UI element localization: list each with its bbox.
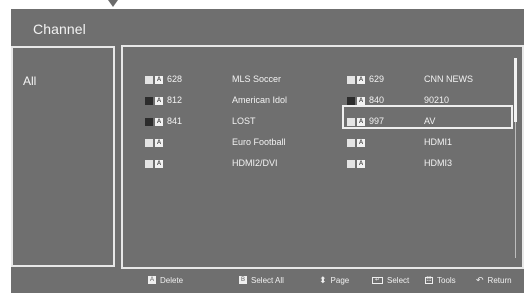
a-icon: A <box>148 276 156 284</box>
footer-select[interactable]: ↵ Select <box>372 274 409 286</box>
channel-name: American Idol <box>232 95 288 105</box>
b-icon: B <box>239 276 247 284</box>
channel-row-841[interactable]: A 841 LOST <box>145 116 325 132</box>
channel-number: 997 <box>369 116 385 126</box>
a-badge-icon: A <box>155 139 163 147</box>
channel-name: HDMI1 <box>424 137 453 147</box>
channel-type-icon <box>145 160 153 168</box>
channel-row-629[interactable]: A 629 CNN NEWS <box>347 74 507 90</box>
channel-number: 629 <box>369 74 385 84</box>
a-badge-icon: A <box>155 97 163 105</box>
page-icon: ⬍ <box>319 275 327 285</box>
channel-row-hdmi1[interactable]: A HDMI1 <box>347 137 507 153</box>
channel-list[interactable]: A 628 MLS Soccer A 812 American Idol A 8… <box>121 45 524 269</box>
footer-label-page: Page <box>330 275 350 285</box>
channel-type-icon <box>145 118 153 126</box>
channel-type-icon <box>347 118 355 126</box>
channel-row-euro-football[interactable]: A Euro Football <box>145 137 325 153</box>
channel-name: 90210 <box>424 95 450 105</box>
channel-row-628[interactable]: A 628 MLS Soccer <box>145 74 325 90</box>
channel-type-icon <box>347 97 355 105</box>
category-all[interactable]: All <box>23 74 36 88</box>
return-icon: ↶ <box>476 275 484 285</box>
footer-return[interactable]: ↶ Return <box>476 274 512 286</box>
footer-guide: A Delete B Select All ⬍ Page ↵ Select ☷ … <box>11 267 524 293</box>
channel-row-hdmi2-dvi[interactable]: A HDMI2/DVI <box>145 158 325 174</box>
channel-number: 628 <box>167 74 183 84</box>
footer-page[interactable]: ⬍ Page <box>319 274 349 286</box>
a-badge-icon: A <box>357 160 365 168</box>
a-badge-icon: A <box>357 139 365 147</box>
a-badge-icon: A <box>357 97 365 105</box>
footer-label-tools: Tools <box>437 275 456 285</box>
channel-type-icon <box>347 76 355 84</box>
footer-select-all[interactable]: B Select All <box>239 274 284 286</box>
channel-name: AV <box>424 116 436 126</box>
a-badge-icon: A <box>155 76 163 84</box>
channel-type-icon <box>145 76 153 84</box>
footer-label-return: Return <box>487 275 512 285</box>
footer-delete[interactable]: A Delete <box>148 274 183 286</box>
tools-icon: ☷ <box>425 276 433 284</box>
footer-label-delete: Delete <box>160 275 184 285</box>
channel-name: LOST <box>232 116 256 126</box>
channel-type-icon <box>347 139 355 147</box>
channel-type-icon <box>145 97 153 105</box>
enter-icon: ↵ <box>372 276 383 284</box>
panel-title: Channel <box>33 21 86 37</box>
channel-scrollbar[interactable] <box>514 58 517 258</box>
channel-name: MLS Soccer <box>232 74 282 84</box>
channel-type-icon <box>145 139 153 147</box>
channel-name: CNN NEWS <box>424 74 473 84</box>
channel-name: HDMI2/DVI <box>232 158 278 168</box>
channel-row-997[interactable]: A 997 AV <box>347 116 507 132</box>
top-marker <box>108 0 118 7</box>
channel-panel: Channel All A 628 MLS Soccer A 812 Ameri… <box>11 9 524 293</box>
channel-number: 841 <box>167 116 183 126</box>
a-badge-icon: A <box>155 160 163 168</box>
channel-row-hdmi3[interactable]: A HDMI3 <box>347 158 507 174</box>
channel-type-icon <box>347 160 355 168</box>
tv-channel-screen: Channel All A 628 MLS Soccer A 812 Ameri… <box>0 0 527 295</box>
channel-number: 812 <box>167 95 183 105</box>
category-list[interactable]: All <box>11 46 115 267</box>
footer-label-select-all: Select All <box>251 275 284 285</box>
scrollbar-thumb[interactable] <box>514 58 517 122</box>
a-badge-icon: A <box>357 118 365 126</box>
footer-label-select: Select <box>387 275 410 285</box>
a-badge-icon: A <box>155 118 163 126</box>
channel-number: 840 <box>369 95 385 105</box>
footer-tools[interactable]: ☷ Tools <box>425 274 456 286</box>
channel-name: Euro Football <box>232 137 286 147</box>
a-badge-icon: A <box>357 76 365 84</box>
channel-name: HDMI3 <box>424 158 453 168</box>
channel-row-812[interactable]: A 812 American Idol <box>145 95 325 111</box>
